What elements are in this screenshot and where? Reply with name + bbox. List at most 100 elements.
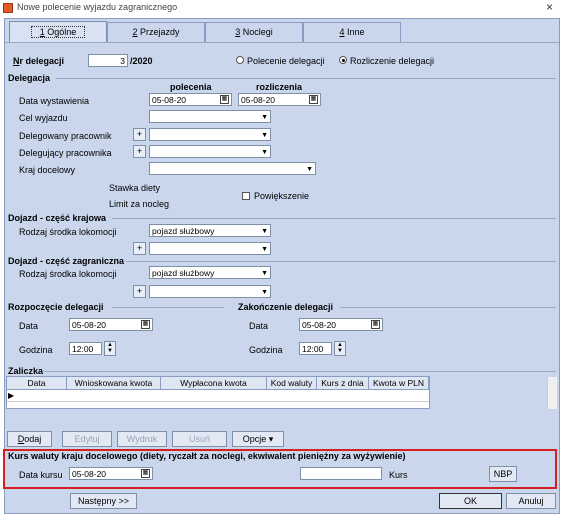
opcje-button[interactable]: Opcje ▾ bbox=[232, 431, 284, 447]
usun-button[interactable]: Usuń bbox=[172, 431, 227, 447]
chevron-down-icon[interactable]: ▼ bbox=[261, 245, 268, 255]
kurs-input[interactable] bbox=[300, 467, 382, 480]
section-delegacja: Delegacja bbox=[8, 73, 51, 83]
rodzaj-krajowa-label: Rodzaj środka lokomocji bbox=[19, 227, 117, 237]
dodaj-button[interactable]: Dodaj bbox=[7, 431, 52, 447]
nr-delegacji-input[interactable]: 3 bbox=[88, 54, 128, 67]
calendar-icon[interactable]: ▦ bbox=[371, 320, 380, 329]
section-line bbox=[56, 78, 556, 79]
section-dojazd-zagraniczna: Dojazd - część zagraniczna bbox=[8, 256, 125, 266]
add-zagraniczna-button[interactable]: + bbox=[133, 285, 146, 298]
chevron-down-icon[interactable]: ▼ bbox=[306, 165, 313, 175]
zaliczka-scrollbar[interactable] bbox=[547, 377, 557, 409]
rodzaj-zagraniczna-label: Rodzaj środka lokomocji bbox=[19, 269, 117, 279]
rozpoczecie-godzina-label: Godzina bbox=[19, 345, 53, 355]
chevron-down-icon[interactable]: ▼ bbox=[261, 113, 268, 123]
col-kwota-pln: Kwota w PLN bbox=[369, 377, 429, 390]
wydruk-button[interactable]: Wydruk bbox=[117, 431, 167, 447]
calendar-icon[interactable]: ▦ bbox=[141, 469, 150, 478]
zagraniczna-extra-combo[interactable]: ▼ bbox=[149, 285, 271, 298]
radio-polecenie[interactable] bbox=[236, 56, 244, 64]
radio-polecenie-label: Polecenie delegacji bbox=[247, 56, 325, 66]
zaliczka-table[interactable]: Data Wnioskowana kwota Wypłacona kwota K… bbox=[6, 376, 430, 409]
tab-inne[interactable]: 4 Inne bbox=[303, 22, 401, 42]
tab-noclegi[interactable]: 3 Noclegi bbox=[205, 22, 303, 42]
zakonczenie-godzina-label: Godzina bbox=[249, 345, 283, 355]
zakonczenie-godzina-input[interactable]: 12:00 bbox=[299, 342, 332, 355]
zakonczenie-data-label: Data bbox=[249, 321, 269, 331]
kraj-label: Kraj docelowy bbox=[19, 165, 76, 175]
delegowany-label: Delegowany pracownik bbox=[19, 131, 112, 141]
calendar-icon[interactable]: ▦ bbox=[141, 320, 150, 329]
section-rozpoczecie: Rozpoczęcie delegacji bbox=[8, 302, 104, 312]
section-line bbox=[44, 371, 556, 372]
section-zakonczenie: Zakończenie delegacji bbox=[238, 302, 334, 312]
section-dojazd-krajowa: Dojazd - część krajowa bbox=[8, 213, 107, 223]
godzina-spinner[interactable]: ▲ ▼ bbox=[334, 341, 346, 356]
nbp-button[interactable]: NBP bbox=[489, 466, 517, 482]
app-icon bbox=[3, 3, 13, 13]
col-wyplacona: Wypłacona kwota bbox=[161, 377, 267, 390]
add-krajowa-button[interactable]: + bbox=[133, 242, 146, 255]
tab-przejazdy[interactable]: 2 Przejazdy bbox=[107, 22, 205, 42]
section-zaliczka: Zaliczka bbox=[8, 366, 44, 376]
cel-wyjazdu-combo[interactable]: ▼ bbox=[149, 110, 271, 123]
godzina-spinner[interactable]: ▲ ▼ bbox=[104, 341, 116, 356]
kraj-combo[interactable]: ▼ bbox=[149, 162, 316, 175]
add-delegowany-button[interactable]: + bbox=[133, 128, 146, 141]
row-pointer-icon: ▶ bbox=[8, 391, 15, 400]
table-row[interactable]: ▶ bbox=[7, 390, 429, 402]
calendar-icon[interactable]: ▦ bbox=[220, 95, 229, 104]
rozpoczecie-data-input[interactable]: 05-08-20 ▦ bbox=[69, 318, 153, 331]
powiekszenie-label: Powiększenie bbox=[254, 191, 310, 201]
section-line bbox=[112, 218, 556, 219]
nr-delegacji-label: Nr delegacji bbox=[13, 56, 65, 66]
tab-divider bbox=[5, 42, 559, 43]
ok-button[interactable]: OK bbox=[439, 493, 502, 509]
limit-label: Limit za nocleg bbox=[109, 199, 170, 209]
kurs-title: Kurs waluty kraju docelowego (diety, ryc… bbox=[8, 451, 406, 461]
data-kursu-label: Data kursu bbox=[19, 470, 63, 480]
section-line bbox=[126, 261, 556, 262]
chevron-down-icon[interactable]: ▼ bbox=[261, 269, 268, 279]
section-line bbox=[340, 307, 556, 308]
nr-suffix: /2020 bbox=[130, 56, 153, 66]
cel-wyjazdu-label: Cel wyjazdu bbox=[19, 113, 68, 123]
title-bar: Nowe polecenie wyjazdu zagranicznego × bbox=[0, 0, 564, 16]
section-line bbox=[112, 307, 224, 308]
delegujacy-label: Delegujący pracownika bbox=[19, 148, 112, 158]
anuluj-button[interactable]: Anuluj bbox=[506, 493, 556, 509]
close-icon[interactable]: × bbox=[546, 0, 553, 14]
chevron-down-icon[interactable]: ▼ bbox=[261, 148, 268, 158]
add-delegujacy-button[interactable]: + bbox=[133, 145, 146, 158]
rodzaj-krajowa-combo[interactable]: pojazd służbowy ▼ bbox=[149, 224, 271, 237]
kurs-label: Kurs bbox=[389, 470, 408, 480]
powiekszenie-checkbox[interactable] bbox=[242, 192, 250, 200]
delegowany-combo[interactable]: ▼ bbox=[149, 128, 271, 141]
rozpoczecie-godzina-input[interactable]: 12:00 bbox=[69, 342, 102, 355]
chevron-down-icon[interactable]: ▼ bbox=[261, 227, 268, 237]
date-rozliczenia-input[interactable]: 05-08-20 ▦ bbox=[238, 93, 321, 106]
chevron-down-icon[interactable]: ▼ bbox=[261, 131, 268, 141]
col-wnioskowana: Wnioskowana kwota bbox=[67, 377, 161, 390]
rozpoczecie-data-label: Data bbox=[19, 321, 39, 331]
delegujacy-combo[interactable]: ▼ bbox=[149, 145, 271, 158]
col-kod-waluty: Kod waluty bbox=[267, 377, 317, 390]
col-kurs-z-dnia: Kurs z dnia bbox=[317, 377, 369, 390]
radio-rozliczenie-label: Rozliczenie delegacji bbox=[350, 56, 435, 66]
col-rozliczenia: rozliczenia bbox=[256, 82, 303, 92]
nastepny-button[interactable]: Następny >> bbox=[70, 493, 137, 509]
calendar-icon[interactable]: ▦ bbox=[309, 95, 318, 104]
col-data: Data bbox=[7, 377, 67, 390]
edytuj-button[interactable]: Edytuj bbox=[62, 431, 112, 447]
chevron-down-icon[interactable]: ▼ bbox=[261, 288, 268, 298]
date-polecenia-input[interactable]: 05-08-20 ▦ bbox=[149, 93, 232, 106]
tab-ogolne[interactable]: 1 Ogólne bbox=[9, 21, 107, 43]
radio-rozliczenie[interactable] bbox=[339, 56, 347, 64]
zakonczenie-data-input[interactable]: 05-08-20 ▦ bbox=[299, 318, 383, 331]
krajowa-extra-combo[interactable]: ▼ bbox=[149, 242, 271, 255]
stawka-diety-label: Stawka diety bbox=[109, 183, 161, 193]
rodzaj-zagraniczna-combo[interactable]: pojazd służbowy ▼ bbox=[149, 266, 271, 279]
data-kursu-input[interactable]: 05-08-20 ▦ bbox=[69, 467, 153, 480]
col-polecenia: polecenia bbox=[170, 82, 212, 92]
